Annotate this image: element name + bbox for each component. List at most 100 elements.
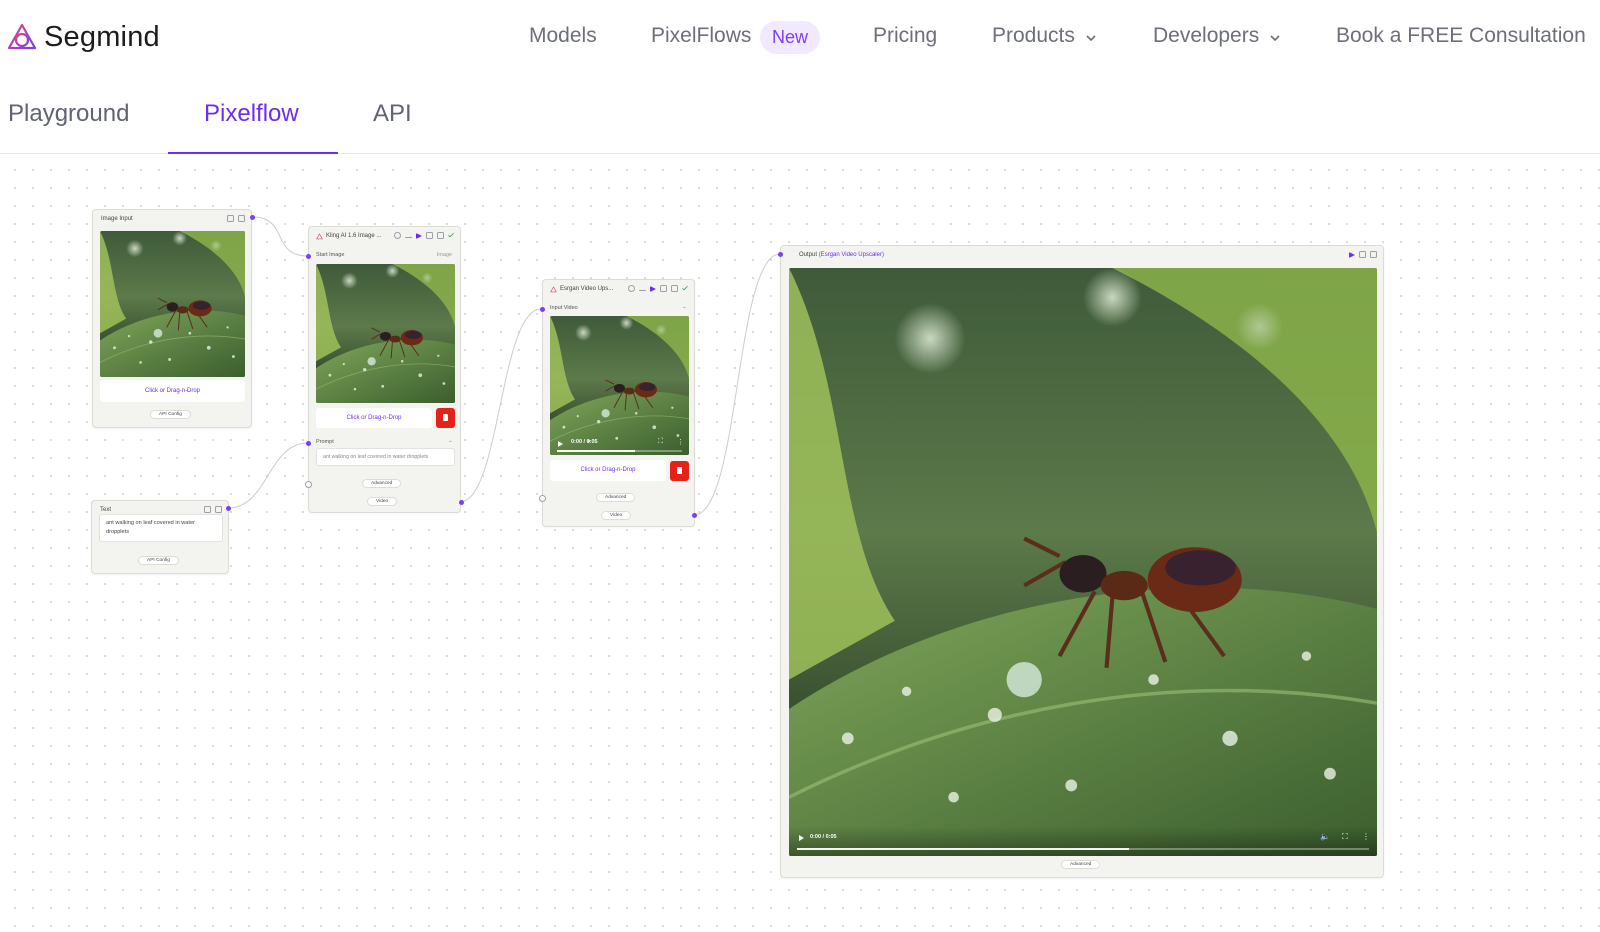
more-options-icon[interactable]: ⋮ [1362, 832, 1370, 841]
delete-video-button[interactable] [670, 461, 689, 481]
play-icon[interactable] [799, 835, 804, 841]
delete-icon[interactable] [1370, 251, 1377, 258]
run-icon[interactable] [416, 232, 422, 239]
node-tools [628, 284, 689, 292]
node-tools [1349, 251, 1377, 258]
nav-products[interactable]: Products [992, 24, 1097, 48]
nav-developers[interactable]: Developers [1153, 24, 1281, 48]
nav-models[interactable]: Models [529, 24, 597, 48]
input-port-optional[interactable] [539, 495, 546, 502]
minimize-icon[interactable] [405, 236, 412, 238]
nav-developers-label: Developers [1153, 24, 1260, 47]
nav-book-consultation[interactable]: Book a FREE Consultation [1336, 24, 1586, 48]
start-image-preview[interactable] [316, 264, 455, 403]
node-output[interactable]: Output (Esrgan Video Upscaler) 0:00 / 0:… [780, 245, 1384, 878]
duplicate-icon[interactable] [660, 285, 667, 292]
input-port-video[interactable] [540, 307, 545, 312]
video-time: 0:00 / 0:05 [810, 834, 837, 840]
segmind-logo-icon [7, 23, 37, 50]
delete-image-button[interactable] [436, 408, 455, 428]
top-navigation: Segmind Models PixelFlows New Pricing Pr… [0, 0, 1600, 76]
input-port[interactable] [778, 252, 783, 257]
node-title: Kling AI 1.6 Image ... [326, 233, 382, 239]
video-time: 0:00 / 0:05 [571, 439, 598, 445]
input-video-player[interactable]: 0:00 / 0:05 ⛶ ⋮ [550, 316, 689, 455]
node-tools [394, 231, 455, 239]
ant-image [100, 231, 245, 377]
fullscreen-icon[interactable]: ⛶ [1342, 832, 1348, 842]
input-image-preview[interactable] [100, 231, 245, 377]
duplicate-icon[interactable] [426, 232, 433, 239]
advanced-dropdown[interactable]: Advanced [596, 493, 636, 502]
run-icon[interactable] [650, 285, 656, 292]
video-progress-fill [797, 848, 1129, 850]
delete-icon[interactable] [671, 285, 678, 292]
duplicate-icon[interactable] [204, 506, 211, 513]
tab-api[interactable]: API [373, 100, 412, 128]
prompt-label: Prompt [316, 439, 334, 445]
video-progress-track[interactable] [797, 848, 1369, 850]
more-options-icon[interactable]: ⋮ [677, 438, 684, 446]
nav-products-label: Products [992, 24, 1075, 47]
active-tab-indicator [168, 152, 338, 154]
advanced-dropdown[interactable]: Advanced [362, 479, 402, 488]
output-port[interactable] [692, 513, 697, 518]
upload-dropzone[interactable]: Click or Drag-n-Drop [550, 460, 666, 481]
nav-pixelflows[interactable]: PixelFlows [651, 24, 751, 48]
upload-dropzone[interactable]: Click or Drag-n-Drop [100, 380, 245, 402]
output-type-dropdown[interactable]: Video [601, 511, 632, 520]
ant-video-frame [789, 268, 1377, 856]
duplicate-icon[interactable] [227, 215, 234, 222]
input-port-prompt[interactable] [306, 441, 311, 446]
tab-pixelflow[interactable]: Pixelflow [204, 100, 299, 128]
play-icon[interactable] [558, 441, 563, 447]
info-icon[interactable] [394, 232, 401, 239]
node-image-input[interactable]: Image Input Click or Drag-n-Drop API Con… [92, 209, 252, 428]
output-port[interactable] [459, 500, 464, 505]
output-port[interactable] [226, 506, 231, 511]
start-image-type: Image [436, 252, 452, 258]
segmind-node-icon [316, 233, 323, 240]
workspace-tabs: Playground Pixelflow API [0, 88, 1600, 154]
check-icon [447, 231, 455, 238]
node-tools [204, 506, 222, 513]
delete-icon[interactable] [437, 232, 444, 239]
node-tools [227, 215, 245, 222]
delete-icon[interactable] [238, 215, 245, 222]
output-video-player[interactable]: 0:00 / 0:05 🔈 ⛶ ⋮ [789, 268, 1377, 856]
input-port-start-image[interactable] [306, 254, 311, 259]
run-icon[interactable] [1349, 251, 1355, 258]
node-title: Text [100, 507, 112, 513]
fullscreen-icon[interactable]: ⛶ [658, 438, 663, 446]
delete-icon[interactable] [215, 506, 222, 513]
node-esrgan-video-upscaler[interactable]: Esrgan Video Ups... Input Video ⌁ 0:00 /… [542, 279, 695, 527]
duplicate-icon[interactable] [1359, 251, 1366, 258]
nav-pricing[interactable]: Pricing [873, 24, 937, 48]
upload-dropzone[interactable]: Click or Drag-n-Drop [316, 408, 432, 428]
minimize-icon[interactable] [639, 289, 646, 291]
output-source: (Esrgan Video Upscaler) [818, 252, 884, 258]
info-icon[interactable] [628, 285, 635, 292]
tab-playground[interactable]: Playground [8, 100, 129, 128]
output-type-dropdown[interactable]: Video [367, 497, 398, 506]
node-title: Image Input [101, 216, 133, 222]
segmind-logo[interactable]: Segmind [6, 20, 160, 54]
prompt-input[interactable]: ant walking on leaf covered in water dro… [316, 448, 455, 466]
node-kling-ai[interactable]: Kling AI 1.6 Image ... Start Image Image… [308, 226, 461, 513]
api-config-dropdown[interactable]: API Config [150, 410, 191, 419]
volume-icon[interactable]: 🔈 [1320, 832, 1330, 841]
link-icon: ⌁ [682, 305, 686, 311]
chevron-down-icon [1270, 34, 1280, 41]
node-text[interactable]: Text ant walking on leaf covered in wate… [91, 500, 229, 574]
api-config-dropdown[interactable]: API Config [138, 556, 179, 565]
video-progress-fill [557, 450, 635, 452]
video-controls: 0:00 / 0:05 🔈 ⛶ ⋮ [789, 826, 1377, 856]
output-port[interactable] [250, 215, 255, 220]
text-input[interactable]: ant walking on leaf covered in water dro… [99, 514, 223, 542]
advanced-dropdown[interactable]: Advanced [1061, 860, 1101, 869]
input-port-optional[interactable] [305, 481, 312, 488]
node-title: Esrgan Video Ups... [560, 286, 614, 292]
video-progress-track[interactable] [557, 450, 682, 452]
new-badge: New [760, 21, 821, 54]
brand-name: Segmind [44, 20, 160, 53]
